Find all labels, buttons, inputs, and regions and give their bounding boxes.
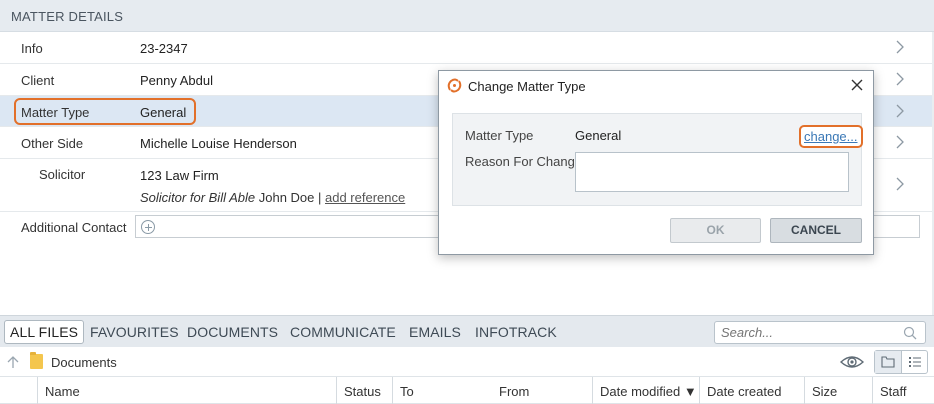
column-name[interactable]: Name: [37, 377, 336, 404]
tab-all-files[interactable]: ALL FILES: [4, 320, 85, 344]
chevron-right-icon[interactable]: [894, 72, 906, 86]
ok-button[interactable]: OK: [670, 218, 761, 243]
column-status[interactable]: Status: [336, 377, 392, 404]
reason-field[interactable]: [575, 152, 849, 192]
client-label: Client: [21, 73, 55, 88]
dialog-matter-type-label: Matter Type: [465, 128, 534, 143]
reason-label: Reason For Change: [465, 154, 583, 169]
column-select[interactable]: [0, 377, 37, 404]
column-size-label: Size: [812, 384, 838, 399]
solicitor-firm: 123 Law Firm: [140, 168, 219, 183]
up-arrow-icon[interactable]: [6, 355, 20, 369]
dialog-title: Change Matter Type: [468, 79, 586, 94]
plus-circle-icon[interactable]: [141, 220, 155, 234]
path-bar: Documents: [0, 347, 934, 377]
tab-favourites[interactable]: FAVOURITES: [90, 324, 179, 340]
matter-details-header: MATTER DETAILS: [0, 0, 934, 32]
search-input[interactable]: [721, 325, 891, 340]
file-list-header: Name Status To From Date modified ▼ Date…: [0, 377, 934, 404]
app-logo-icon: [447, 78, 462, 93]
folder-icon: [30, 352, 43, 369]
column-to[interactable]: To: [392, 377, 492, 404]
other-side-value: Michelle Louise Henderson: [140, 136, 297, 151]
tab-communicate[interactable]: COMMUNICATE: [290, 324, 396, 340]
solicitor-person: John Doe |: [255, 190, 325, 205]
solicitor-label: Solicitor: [39, 167, 86, 182]
solicitor-detail: Solicitor for Bill Able John Doe | add r…: [140, 190, 405, 205]
tab-documents[interactable]: DOCUMENTS: [187, 324, 278, 340]
client-value: Penny Abdul: [140, 73, 214, 88]
info-label: Info: [21, 41, 43, 56]
column-date-created[interactable]: Date created: [699, 377, 804, 404]
close-icon[interactable]: [849, 77, 865, 93]
additional-contact-label: Additional Contact: [21, 220, 127, 235]
column-from-label: From: [499, 384, 530, 399]
column-date-modified[interactable]: Date modified ▼: [592, 377, 699, 404]
tab-emails[interactable]: EMAILS: [409, 324, 461, 340]
dialog-matter-type-value: General: [575, 128, 622, 143]
tab-infotrack[interactable]: INFOTRACK: [475, 324, 557, 340]
info-value: 23-2347: [140, 41, 188, 56]
column-date-created-label: Date created: [707, 384, 782, 399]
column-status-label: Status: [344, 384, 381, 399]
breadcrumb[interactable]: Documents: [51, 355, 117, 370]
change-link[interactable]: change...: [799, 125, 863, 148]
chevron-right-icon[interactable]: [894, 177, 906, 191]
matter-type-highlight: [14, 98, 196, 125]
column-to-label: To: [400, 384, 414, 399]
folder-view-button[interactable]: [875, 351, 902, 373]
column-date-modified-label: Date modified ▼: [600, 384, 697, 399]
section-title: MATTER DETAILS: [11, 9, 124, 24]
dialog-form: Matter Type General change... Reason For…: [452, 113, 863, 206]
chevron-right-icon[interactable]: [894, 104, 906, 118]
row-info[interactable]: Info 23-2347: [0, 32, 932, 64]
eye-icon[interactable]: [840, 353, 864, 371]
list-view-button[interactable]: [902, 351, 928, 373]
other-side-label: Other Side: [21, 136, 84, 151]
list-view-icon: [909, 357, 921, 367]
column-staff-label: Staff: [880, 384, 907, 399]
folder-view-icon: [881, 356, 895, 368]
column-name-label: Name: [45, 384, 80, 399]
add-reference-link[interactable]: add reference: [325, 190, 405, 205]
column-size[interactable]: Size: [804, 377, 872, 404]
column-staff[interactable]: Staff: [872, 377, 934, 404]
search-box[interactable]: [714, 321, 926, 344]
column-from[interactable]: From: [492, 377, 592, 404]
change-matter-type-dialog: Change Matter Type Matter Type General c…: [438, 70, 874, 255]
chevron-right-icon[interactable]: [894, 135, 906, 149]
search-icon[interactable]: [903, 326, 917, 340]
cancel-button[interactable]: CANCEL: [770, 218, 862, 243]
view-toggle: [874, 350, 928, 374]
chevron-right-icon[interactable]: [894, 40, 906, 54]
file-tabs-bar: ALL FILES FAVOURITES DOCUMENTS COMMUNICA…: [0, 315, 934, 347]
solicitor-role: Solicitor for Bill Able: [140, 190, 256, 205]
